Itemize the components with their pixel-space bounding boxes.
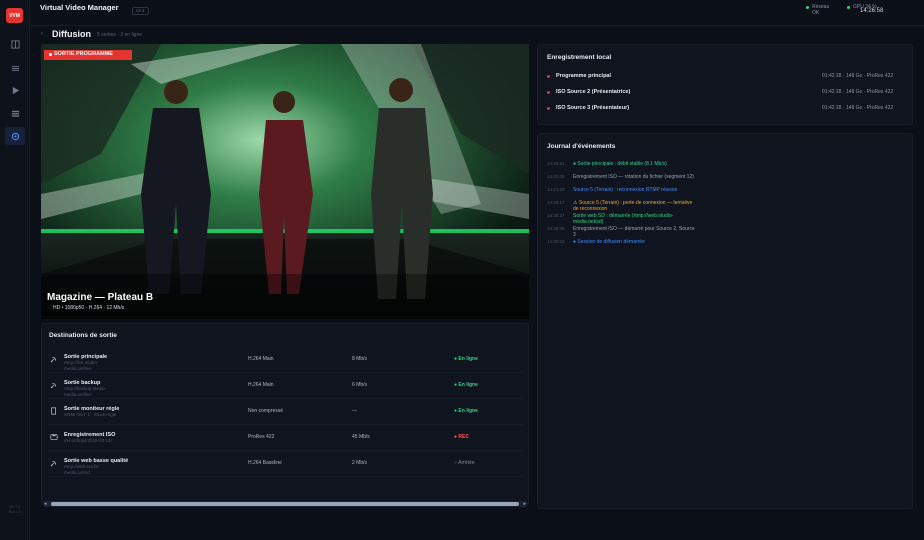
top-bar: Virtual Video Manager v2.4 Réseau OK GPU… (30, 0, 924, 26)
recording-row[interactable]: ISO Source 3 (Présentateur) 01:42:18 · 1… (547, 105, 905, 120)
menu-icon (11, 110, 19, 117)
back-button[interactable]: ‹ (41, 31, 43, 37)
satellite-icon (50, 357, 56, 363)
recording-row[interactable]: Programme principal 01:42:18 · 148 Go · … (547, 73, 905, 88)
gpu-status-dot (847, 6, 850, 9)
grid-icon (10, 39, 20, 49)
rail-item-broadcast[interactable] (5, 127, 25, 145)
app-logo[interactable]: VVM (6, 8, 23, 23)
page-title: Diffusion (52, 29, 91, 39)
program-preview[interactable]: SORTIE PROGRAMME Magazine — Plateau B HD… (41, 44, 529, 319)
output-row[interactable]: Sortie backup rtmp://backup.studio-media… (48, 374, 524, 399)
program-output-badge: SORTIE PROGRAMME (44, 50, 132, 60)
preview-meta: HD • 1080p50 · H.264 · 12 Mb/s (53, 305, 125, 311)
horizontal-scrollbar[interactable]: ◂ ▸ (43, 501, 527, 507)
rail-item-grid[interactable] (5, 35, 25, 53)
event-journal-panel: Journal d'événements 14:43:51 ● Sortie p… (537, 133, 913, 509)
rec-dot (547, 75, 550, 78)
recording-title: Enregistrement local (547, 54, 612, 61)
monitor-icon (51, 407, 56, 415)
journal-title: Journal d'événements (547, 143, 616, 150)
clock: 14:26:58 (860, 8, 884, 14)
app-title: Virtual Video Manager (40, 3, 119, 12)
local-recording-panel: Enregistrement local Programme principal… (537, 44, 913, 125)
network-status-dot (806, 6, 809, 9)
output-destinations-card: Destinations de sortie Sortie principale… (41, 323, 529, 507)
outputs-title: Destinations de sortie (49, 332, 117, 339)
status-badge: ● En ligne (454, 356, 478, 362)
output-row[interactable]: Sortie principale rtmp://live.studio-med… (48, 348, 524, 373)
rail-footer: BETA BUILD (8, 505, 22, 514)
rail-item-play[interactable] (5, 81, 25, 99)
rec-dot (547, 91, 550, 94)
play-icon (12, 86, 19, 94)
left-rail: VVM BETA BUILD (0, 0, 30, 540)
rail-item-menu[interactable] (5, 104, 25, 122)
status-badge: ● REC (454, 434, 469, 440)
status-badge: ○ Arrêtée (454, 460, 475, 466)
disk-icon (50, 434, 58, 440)
page-meta: 5 sorties · 3 en ligne (97, 32, 143, 38)
satellite-icon (50, 461, 56, 467)
satellite-icon (50, 383, 56, 389)
preview-title: Magazine — Plateau B (47, 292, 154, 303)
rec-dot (547, 107, 550, 110)
output-row[interactable]: Enregistrement ISO /recordings/2025-03-1… (48, 426, 524, 451)
network-status: Réseau OK (806, 4, 829, 16)
status-badge: ● En ligne (454, 408, 478, 414)
version-badge: v2.4 (132, 7, 149, 15)
live-dot (49, 53, 52, 56)
scrollbar-thumb[interactable] (51, 502, 519, 506)
studio-scene-image (41, 44, 529, 319)
output-row[interactable]: Sortie web basse qualité rtmp://web.stud… (48, 452, 524, 477)
scroll-right-icon[interactable]: ▸ (523, 501, 526, 507)
recording-row[interactable]: ISO Source 2 (Présentatrice) 01:42:18 · … (547, 89, 905, 104)
scroll-left-icon[interactable]: ◂ (44, 501, 47, 507)
output-row[interactable]: Sortie moniteur régie HDMI OUT 1 · Stack… (48, 400, 524, 425)
status-badge: ● En ligne (454, 382, 478, 388)
broadcast-icon (11, 132, 19, 140)
list-icon (11, 65, 19, 71)
rail-item-list[interactable] (5, 59, 25, 77)
